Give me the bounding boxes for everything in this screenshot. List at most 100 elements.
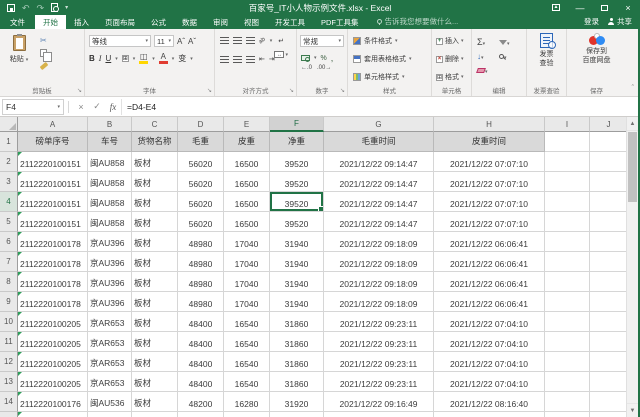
alignment-dialog-launcher-icon[interactable]: ↘ — [289, 88, 294, 94]
cell-B14[interactable]: 闽AU536 — [88, 392, 132, 412]
select-all-button[interactable] — [0, 117, 18, 132]
cell-H14[interactable]: 2021/12/22 08:16:40 — [434, 392, 545, 412]
cell-B15[interactable]: 闽AU536 — [88, 412, 132, 417]
close-button[interactable]: × — [616, 0, 640, 15]
cell-I7[interactable] — [545, 252, 590, 272]
column-header-J[interactable]: J — [590, 117, 628, 132]
cell-G5[interactable]: 2021/12/22 09:14:47 — [324, 212, 434, 232]
cell-H8[interactable]: 2021/12/22 06:06:41 — [434, 272, 545, 292]
cut-icon[interactable]: ✂ — [40, 37, 48, 44]
row-header-10[interactable]: 10 — [0, 312, 18, 332]
row-header-7[interactable]: 7 — [0, 252, 18, 272]
cell-D2[interactable]: 56020 — [178, 152, 224, 172]
cell-F7[interactable]: 31940 — [270, 252, 324, 272]
delete-cells-button[interactable]: × 删除▾ — [436, 54, 464, 64]
cell-E12[interactable]: 16540 — [224, 352, 270, 372]
cell-I3[interactable] — [545, 172, 590, 192]
format-painter-icon[interactable] — [40, 62, 49, 70]
row-header-12[interactable]: 12 — [0, 352, 18, 372]
cell-B1[interactable]: 车号 — [88, 132, 132, 152]
cell-J6[interactable] — [590, 232, 628, 252]
cell-B10[interactable]: 京AR653 — [88, 312, 132, 332]
cell-J2[interactable] — [590, 152, 628, 172]
scroll-down-icon[interactable]: ▼ — [627, 403, 638, 417]
cell-G12[interactable]: 2021/12/22 09:23:11 — [324, 352, 434, 372]
cell-G13[interactable]: 2021/12/22 09:23:11 — [324, 372, 434, 392]
cell-C8[interactable]: 板材 — [132, 272, 178, 292]
cell-E13[interactable]: 16540 — [224, 372, 270, 392]
cell-D14[interactable]: 48200 — [178, 392, 224, 412]
row-header-11[interactable]: 11 — [0, 332, 18, 352]
cell-F5[interactable]: 39520 — [270, 212, 324, 232]
tell-me-box[interactable]: 告诉我您想要做什么... — [377, 16, 459, 29]
number-format-select[interactable]: 常规▾ — [300, 35, 344, 47]
borders-icon[interactable]: ⊞ — [122, 55, 129, 62]
cell-I11[interactable] — [545, 332, 590, 352]
tab-6[interactable]: 审阅 — [205, 15, 236, 29]
increase-decimal-icon[interactable]: ←.0 — [301, 65, 312, 71]
row-header-1[interactable]: 1 — [0, 132, 18, 152]
wrap-text-icon[interactable]: ↵ — [278, 37, 284, 45]
cell-D5[interactable]: 56020 — [178, 212, 224, 232]
cell-E5[interactable]: 16500 — [224, 212, 270, 232]
cell-A5[interactable]: 2112220100151 — [18, 212, 88, 232]
italic-button[interactable]: I — [99, 54, 102, 63]
cell-C13[interactable]: 板材 — [132, 372, 178, 392]
cell-G11[interactable]: 2021/12/22 09:23:11 — [324, 332, 434, 352]
name-box[interactable]: F4 ▾ — [2, 99, 64, 115]
column-header-F[interactable]: F — [270, 117, 324, 132]
cell-I8[interactable] — [545, 272, 590, 292]
cell-D4[interactable]: 56020 — [178, 192, 224, 212]
cell-I6[interactable] — [545, 232, 590, 252]
cell-H4[interactable]: 2021/12/22 07:07:10 — [434, 192, 545, 212]
cell-J12[interactable] — [590, 352, 628, 372]
bold-button[interactable]: B — [89, 54, 95, 63]
fill-color-icon[interactable]: ◫ — [139, 53, 148, 64]
cell-B8[interactable]: 京AU396 — [88, 272, 132, 292]
align-right-icon[interactable] — [246, 56, 255, 63]
row-header-3[interactable]: 3 — [0, 172, 18, 192]
cell-A10[interactable]: 2112220100205 — [18, 312, 88, 332]
cell-H6[interactable]: 2021/12/22 06:06:41 — [434, 232, 545, 252]
cell-E4[interactable]: 16500 — [224, 192, 270, 212]
cell-E8[interactable]: 17040 — [224, 272, 270, 292]
cell-B11[interactable]: 京AR653 — [88, 332, 132, 352]
cell-C3[interactable]: 板材 — [132, 172, 178, 192]
cell-D6[interactable]: 48980 — [178, 232, 224, 252]
cell-A11[interactable]: 2112220100205 — [18, 332, 88, 352]
row-header-13[interactable]: 13 — [0, 372, 18, 392]
cell-D9[interactable]: 48980 — [178, 292, 224, 312]
cell-F13[interactable]: 31860 — [270, 372, 324, 392]
cell-I1[interactable] — [545, 132, 590, 152]
cell-I9[interactable] — [545, 292, 590, 312]
row-header-6[interactable]: 6 — [0, 232, 18, 252]
vertical-scrollbar[interactable]: ▲ ▼ — [626, 117, 638, 417]
cell-C9[interactable]: 板材 — [132, 292, 178, 312]
cell-E9[interactable]: 17040 — [224, 292, 270, 312]
cell-J8[interactable] — [590, 272, 628, 292]
row-header-4[interactable]: 4 — [0, 192, 18, 212]
redo-icon[interactable]: ↷ — [37, 4, 45, 12]
cell-H1[interactable]: 皮重时间 — [434, 132, 545, 152]
cell-A6[interactable]: 2112220100178 — [18, 232, 88, 252]
cell-I2[interactable] — [545, 152, 590, 172]
decrease-font-icon[interactable]: Aˇ — [188, 37, 196, 46]
font-color-icon[interactable]: A — [159, 53, 168, 64]
autosum-button[interactable]: Σ▾ — [477, 37, 499, 47]
cell-G7[interactable]: 2021/12/22 09:18:09 — [324, 252, 434, 272]
cell-A9[interactable]: 2112220100178 — [18, 292, 88, 312]
minimize-button[interactable]: — — [568, 0, 592, 15]
cell-J14[interactable] — [590, 392, 628, 412]
cell-D1[interactable]: 毛重 — [178, 132, 224, 152]
tab-3[interactable]: 页面布局 — [97, 15, 143, 29]
clipboard-dialog-launcher-icon[interactable]: ↘ — [77, 88, 82, 94]
column-header-B[interactable]: B — [88, 117, 132, 132]
insert-function-icon[interactable]: fx — [105, 102, 121, 112]
cell-F11[interactable]: 31860 — [270, 332, 324, 352]
cell-J7[interactable] — [590, 252, 628, 272]
cell-G15[interactable]: 2021/12/22 09:16:49 — [324, 412, 434, 417]
row-header-5[interactable]: 5 — [0, 212, 18, 232]
cell-D8[interactable]: 48980 — [178, 272, 224, 292]
middle-align-icon[interactable] — [233, 37, 242, 44]
cell-styles-button[interactable]: 单元格样式▾ — [353, 72, 405, 82]
